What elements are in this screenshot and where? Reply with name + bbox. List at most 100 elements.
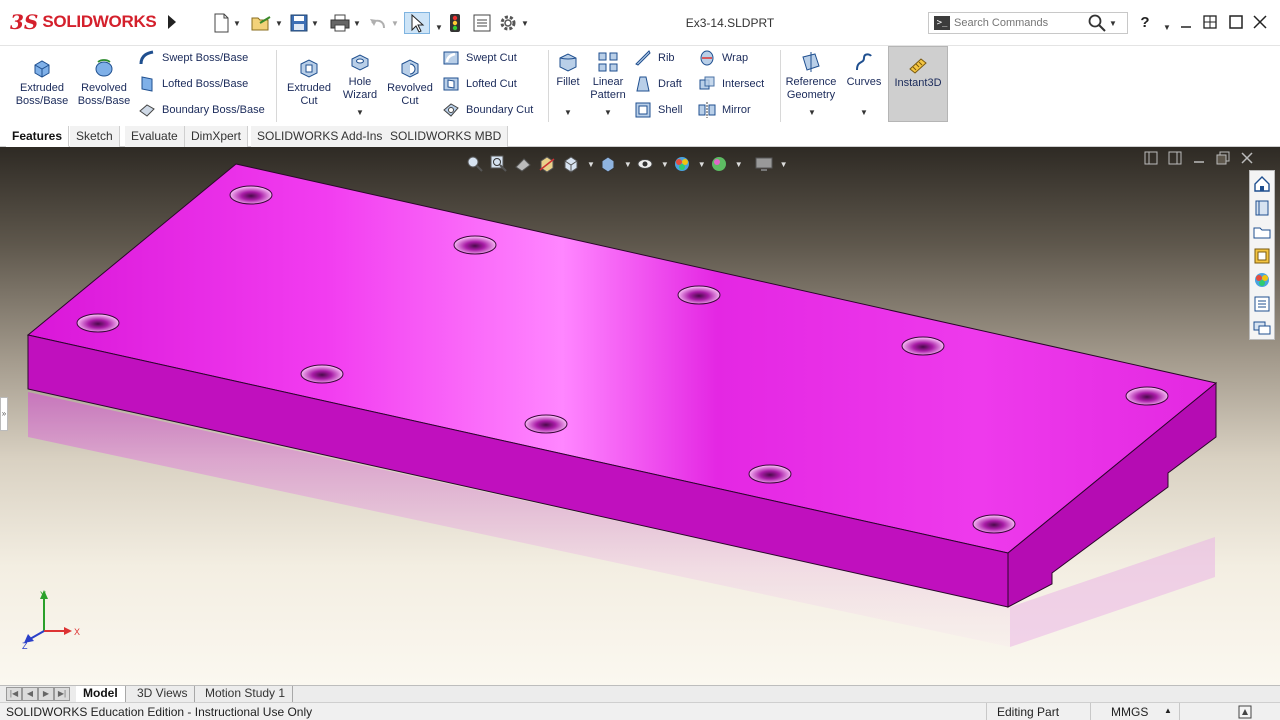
boundary-cut-button[interactable]: Boundary Cut [442, 100, 533, 120]
tab-evaluate[interactable]: Evaluate [125, 126, 185, 147]
hole[interactable] [677, 285, 721, 305]
tab-motion-study[interactable]: Motion Study 1 [198, 686, 294, 703]
swept-cut-button[interactable]: Swept Cut [442, 48, 517, 68]
search-commands-box[interactable]: >_ ▼ [928, 12, 1128, 34]
view-palette-tab[interactable] [1251, 245, 1273, 267]
edit-appearance-button[interactable] [671, 154, 693, 174]
extruded-cut-button[interactable]: Extruded Cut [282, 56, 336, 108]
tab-sketch[interactable]: Sketch [70, 126, 120, 147]
last-tab-arrow-icon[interactable]: ▶| [54, 687, 70, 701]
hole[interactable] [76, 313, 120, 333]
display-style-dropdown-icon[interactable]: ▼ [624, 160, 632, 169]
help-button[interactable]: ? [1133, 10, 1157, 34]
part-model[interactable] [0, 147, 1280, 685]
feature-manager-toggle[interactable]: » [0, 397, 8, 431]
reference-geometry-button[interactable]: Reference Geometry [784, 50, 838, 102]
viewport-minimize-icon[interactable] [1192, 151, 1206, 165]
tab-model[interactable]: Model [76, 686, 126, 703]
save-button[interactable]: ▼ [290, 12, 319, 34]
search-input[interactable] [954, 17, 1084, 29]
linear-pattern-button[interactable]: Linear Pattern [586, 50, 630, 102]
design-library-tab[interactable] [1251, 197, 1273, 219]
view-settings-button[interactable] [753, 154, 775, 174]
hole[interactable] [300, 364, 344, 384]
open-button[interactable]: ▼ [250, 12, 283, 34]
section-view-button[interactable] [536, 154, 558, 174]
file-explorer-tab[interactable] [1251, 221, 1273, 243]
hole[interactable] [972, 514, 1016, 534]
new-document-button[interactable]: ▼ [212, 12, 241, 34]
tab-addins[interactable]: SOLIDWORKS Add-Ins [251, 126, 390, 147]
display-style-button[interactable] [597, 154, 619, 174]
forum-tab[interactable] [1251, 317, 1273, 339]
view-settings-dropdown-icon[interactable]: ▼ [780, 160, 788, 169]
revolved-boss-button[interactable]: Revolved Boss/Base [76, 56, 132, 108]
custom-properties-tab[interactable] [1251, 293, 1273, 315]
hide-show-dropdown-icon[interactable]: ▼ [661, 160, 669, 169]
curves-button[interactable]: Curves [844, 50, 884, 89]
linear-pattern-dropdown-icon[interactable]: ▼ [604, 108, 612, 117]
previous-view-button[interactable] [512, 154, 534, 174]
flyout-arrow-icon[interactable] [165, 12, 179, 32]
print-button[interactable]: ▼ [330, 12, 361, 34]
extruded-boss-button[interactable]: Extruded Boss/Base [14, 56, 70, 108]
select-button[interactable] [404, 12, 430, 34]
tile-button[interactable] [1198, 10, 1222, 34]
close-button[interactable] [1248, 10, 1272, 34]
swept-boss-button[interactable]: Swept Boss/Base [138, 48, 248, 68]
wrap-button[interactable]: Wrap [698, 48, 748, 68]
viewport-close-icon[interactable] [1240, 151, 1254, 165]
boundary-boss-button[interactable]: Boundary Boss/Base [138, 100, 265, 120]
select-dropdown-icon[interactable]: ▼ [435, 16, 443, 38]
viewport-restore-icon[interactable] [1216, 151, 1230, 165]
appearance-dropdown-icon[interactable]: ▼ [698, 160, 706, 169]
hole[interactable] [901, 336, 945, 356]
rib-button[interactable]: Rib [634, 48, 675, 68]
fillet-dropdown-icon[interactable]: ▼ [564, 108, 572, 117]
split-view-icon[interactable] [1144, 151, 1158, 165]
tab-features[interactable]: Features [6, 126, 70, 147]
solidworks-resources-tab[interactable] [1251, 173, 1273, 195]
file-properties-button[interactable] [472, 12, 492, 34]
first-tab-arrow-icon[interactable]: |◀ [6, 687, 22, 701]
next-tab-arrow-icon[interactable]: ▶ [38, 687, 54, 701]
revolved-cut-button[interactable]: Revolved Cut [384, 56, 436, 108]
hole-wizard-dropdown-icon[interactable]: ▼ [356, 108, 364, 117]
maximize-button[interactable] [1224, 10, 1248, 34]
instant3d-button[interactable]: Instant3D [888, 46, 948, 122]
zoom-to-area-button[interactable] [488, 154, 510, 174]
fillet-button[interactable]: Fillet [552, 50, 584, 89]
hole[interactable] [748, 464, 792, 484]
tab-dimxpert[interactable]: DimXpert [185, 126, 249, 147]
hole[interactable] [453, 235, 497, 255]
hide-show-items-button[interactable] [634, 154, 656, 174]
minimize-button[interactable] [1174, 10, 1198, 34]
undo-button[interactable]: ▼ [368, 12, 399, 34]
reference-geometry-dropdown-icon[interactable]: ▼ [808, 108, 816, 117]
units-dropdown-icon[interactable]: ▲ [1164, 706, 1172, 715]
view-orientation-button[interactable] [560, 154, 582, 174]
hole[interactable] [229, 185, 273, 205]
search-icon[interactable] [1088, 14, 1106, 32]
graphics-area[interactable]: ▼ ▼ ▼ ▼ ▼ ▼ » Y X Z [0, 147, 1280, 685]
help-dropdown-icon[interactable]: ▼ [1163, 16, 1171, 38]
draft-button[interactable]: Draft [634, 74, 682, 94]
intersect-button[interactable]: Intersect [698, 74, 764, 94]
curves-dropdown-icon[interactable]: ▼ [860, 108, 868, 117]
scene-dropdown-icon[interactable]: ▼ [735, 160, 743, 169]
mirror-button[interactable]: Mirror [698, 100, 751, 120]
split-view-right-icon[interactable] [1168, 151, 1182, 165]
tab-3d-views[interactable]: 3D Views [130, 686, 196, 703]
rebuild-button[interactable] [448, 12, 462, 34]
prev-tab-arrow-icon[interactable]: ◀ [22, 687, 38, 701]
view-orientation-dropdown-icon[interactable]: ▼ [587, 160, 595, 169]
hole[interactable] [524, 414, 568, 434]
options-button[interactable]: ▼ [498, 12, 529, 34]
hole-wizard-button[interactable]: Hole Wizard [338, 50, 382, 102]
shell-button[interactable]: Shell [634, 100, 682, 120]
zoom-to-fit-button[interactable] [464, 154, 486, 174]
solidworks-logo[interactable]: 3S SOLIDWORKS [10, 6, 160, 38]
quick-tips-icon[interactable] [1238, 705, 1252, 719]
tab-mbd[interactable]: SOLIDWORKS MBD [384, 126, 509, 147]
apply-scene-button[interactable] [708, 154, 730, 174]
